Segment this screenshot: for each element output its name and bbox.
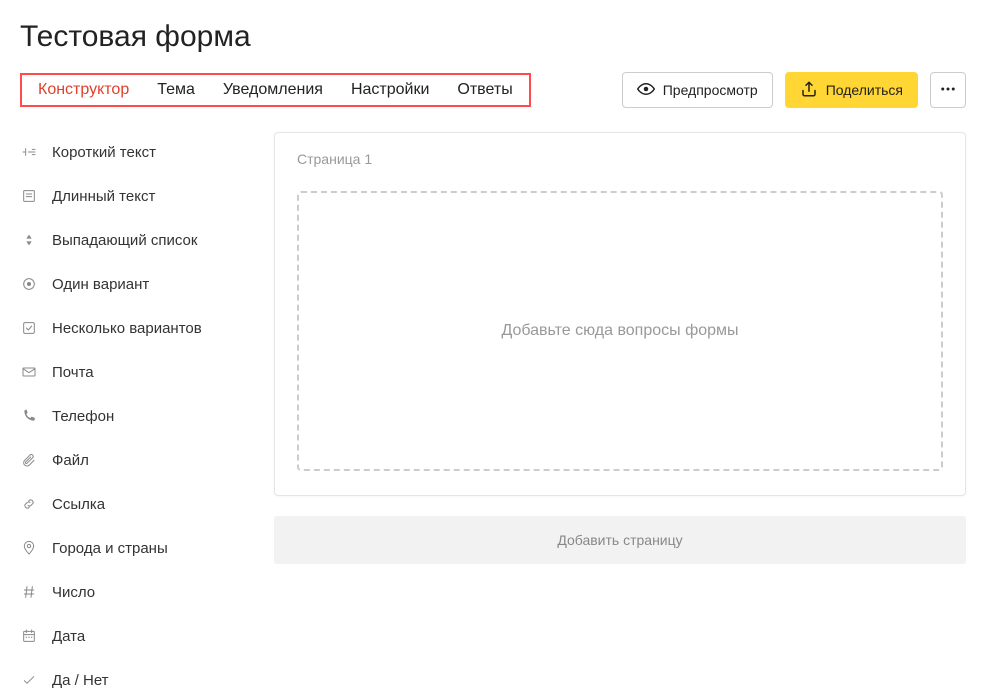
sidebar-item-label: Короткий текст	[52, 144, 156, 161]
sidebar-item-label: Города и страны	[52, 540, 168, 557]
sidebar-item-label: Дата	[52, 628, 85, 645]
location-icon	[20, 539, 38, 557]
sidebar-item-label: Длинный текст	[52, 188, 155, 205]
phone-icon	[20, 407, 38, 425]
sidebar-item-label: Один вариант	[52, 276, 149, 293]
tab-settings[interactable]: Настройки	[351, 81, 429, 99]
sidebar-item-number[interactable]: Число	[20, 572, 250, 612]
tab-notifications[interactable]: Уведомления	[223, 81, 323, 99]
sidebar-item-file[interactable]: Файл	[20, 440, 250, 480]
page-title: Тестовая форма	[0, 0, 986, 72]
main-area: Страница 1 Добавьте сюда вопросы формы Д…	[274, 132, 966, 700]
eye-icon	[637, 80, 655, 101]
check-icon	[20, 671, 38, 689]
sidebar-item-label: Выпадающий список	[52, 232, 197, 249]
dropdown-icon	[20, 231, 38, 249]
tab-theme[interactable]: Тема	[157, 81, 195, 99]
tab-constructor[interactable]: Конструктор	[38, 81, 129, 99]
sidebar-item-yes-no[interactable]: Да / Нет	[20, 660, 250, 700]
share-icon	[800, 80, 818, 101]
dropzone-text: Добавьте сюда вопросы формы	[501, 322, 738, 340]
share-label: Поделиться	[826, 82, 903, 98]
sidebar-item-link[interactable]: Ссылка	[20, 484, 250, 524]
more-icon	[939, 80, 957, 101]
add-page-button[interactable]: Добавить страницу	[274, 516, 966, 564]
link-icon	[20, 495, 38, 513]
share-button[interactable]: Поделиться	[785, 72, 918, 108]
sidebar-item-label: Ссылка	[52, 496, 105, 513]
radio-icon	[20, 275, 38, 293]
sidebar-item-date[interactable]: Дата	[20, 616, 250, 656]
sidebar-item-label: Да / Нет	[52, 672, 109, 689]
more-button[interactable]	[930, 72, 966, 108]
sidebar-item-checkbox[interactable]: Несколько вариантов	[20, 308, 250, 348]
page-label: Страница 1	[297, 151, 943, 167]
preview-label: Предпросмотр	[663, 82, 758, 98]
topbar: Конструктор Тема Уведомления Настройки О…	[0, 72, 986, 132]
content: Короткий текст Длинный текст Выпадающий …	[0, 132, 986, 700]
sidebar-item-label: Число	[52, 584, 95, 601]
short-text-icon	[20, 143, 38, 161]
email-icon	[20, 363, 38, 381]
tab-answers[interactable]: Ответы	[457, 81, 512, 99]
sidebar-item-city[interactable]: Города и страны	[20, 528, 250, 568]
sidebar-item-long-text[interactable]: Длинный текст	[20, 176, 250, 216]
number-icon	[20, 583, 38, 601]
sidebar-item-label: Несколько вариантов	[52, 320, 202, 337]
sidebar-item-dropdown[interactable]: Выпадающий список	[20, 220, 250, 260]
file-icon	[20, 451, 38, 469]
tabs-container: Конструктор Тема Уведомления Настройки О…	[20, 73, 531, 107]
sidebar-item-email[interactable]: Почта	[20, 352, 250, 392]
page-card: Страница 1 Добавьте сюда вопросы формы	[274, 132, 966, 496]
sidebar-item-label: Телефон	[52, 408, 114, 425]
long-text-icon	[20, 187, 38, 205]
sidebar-item-radio[interactable]: Один вариант	[20, 264, 250, 304]
sidebar-item-label: Файл	[52, 452, 89, 469]
checkbox-icon	[20, 319, 38, 337]
dropzone[interactable]: Добавьте сюда вопросы формы	[297, 191, 943, 471]
sidebar-item-short-text[interactable]: Короткий текст	[20, 132, 250, 172]
sidebar: Короткий текст Длинный текст Выпадающий …	[20, 132, 250, 700]
date-icon	[20, 627, 38, 645]
preview-button[interactable]: Предпросмотр	[622, 72, 773, 108]
sidebar-item-phone[interactable]: Телефон	[20, 396, 250, 436]
sidebar-item-label: Почта	[52, 364, 94, 381]
